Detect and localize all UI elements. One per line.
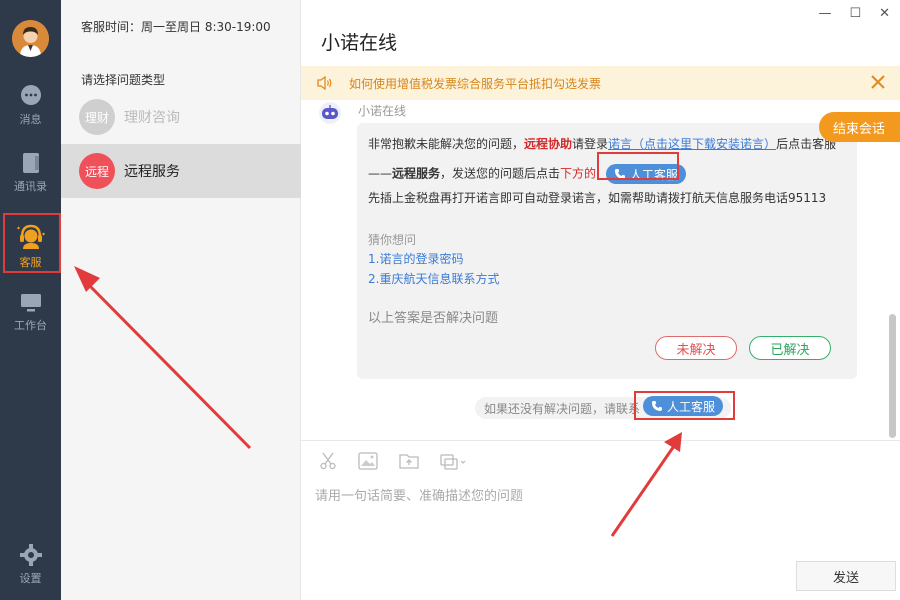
nav-item-settings[interactable]: 设置 — [0, 544, 61, 586]
nav-label: 工作台 — [14, 319, 47, 332]
chat-title: 小诺在线 — [321, 32, 398, 54]
screenshot-icon[interactable] — [440, 452, 466, 470]
app-window: 消息 通讯录 客服 工作台 设置 客服时间：周一至周日 8:30-19:00 请… — [0, 0, 900, 600]
notice-bar[interactable]: 如何使用增值税发票综合服务平台抵扣勾选发票 — [301, 66, 900, 100]
question-type-panel: 客服时间：周一至周日 8:30-19:00 请选择问题类型 理财 理财咨询 远程… — [61, 0, 301, 600]
end-chat-button[interactable]: 结束会话 — [819, 112, 900, 142]
divider — [301, 440, 900, 441]
robot-icon — [322, 105, 338, 119]
message-text: 下方的 — [560, 166, 597, 181]
type-badge: 理财 — [79, 99, 115, 135]
message-text: 请登录 — [572, 137, 609, 151]
remote-service-text: 远程服务 — [392, 166, 441, 181]
message-text: ，发送您的问题后点击 — [440, 166, 561, 181]
question-type-remote[interactable]: 远程 远程服务 — [61, 144, 301, 198]
left-nav: 消息 通讯录 客服 工作台 设置 — [0, 0, 61, 600]
guess-title: 猜你想问 — [368, 233, 417, 247]
workbench-icon — [20, 294, 41, 312]
contacts-icon — [22, 153, 39, 173]
type-label: 理财咨询 — [124, 110, 180, 126]
scissors-icon[interactable] — [319, 452, 337, 470]
window-controls: — ☐ ✕ — [818, 6, 890, 21]
nav-label: 消息 — [19, 113, 42, 126]
nav-item-workbench[interactable]: 工作台 — [0, 293, 61, 333]
nav-label: 设置 — [19, 572, 42, 585]
minimize-icon[interactable]: — — [818, 6, 831, 21]
folder-icon[interactable] — [399, 452, 419, 470]
maximize-icon[interactable]: ☐ — [849, 6, 861, 21]
chat-area: — ☐ ✕ 小诺在线 如何使用增值税发票综合服务平台抵扣勾选发票 小诺在线 非常… — [301, 0, 900, 600]
message-icon — [20, 85, 41, 105]
solved-button[interactable]: 已解决 — [749, 336, 831, 360]
remote-assist-text: 远程协助 — [524, 137, 573, 151]
type-badge: 远程 — [79, 153, 115, 189]
choose-type-heading: 请选择问题类型 — [81, 73, 166, 87]
download-nuoyan-link[interactable]: 诺言（点击这里下载安装诺言） — [608, 137, 776, 151]
type-label: 远程服务 — [124, 164, 180, 180]
unsolved-button[interactable]: 未解决 — [655, 336, 737, 360]
annotation-highlight-bottom — [634, 391, 735, 420]
speaker-icon — [317, 76, 332, 90]
suggested-question-2[interactable]: 2.重庆航天信息联系方式 — [368, 270, 499, 287]
annotation-highlight-inline — [597, 152, 679, 180]
close-icon[interactable]: ✕ — [879, 6, 890, 21]
hint-text: 如果还没有解决问题，请联系 — [484, 401, 641, 416]
annotation-highlight-nav — [3, 213, 61, 273]
image-icon[interactable] — [358, 452, 378, 470]
solved-question: 以上答案是否解决问题 — [368, 311, 499, 326]
nav-item-contacts[interactable]: 通讯录 — [0, 152, 61, 194]
bot-avatar — [319, 102, 341, 124]
bot-name: 小诺在线 — [358, 104, 407, 118]
gear-icon — [19, 544, 42, 566]
message-text: 非常抱歉未能解决您的问题， — [368, 137, 525, 151]
message-text: —— — [368, 166, 392, 181]
message-line-1: 非常抱歉未能解决您的问题，远程协助请登录诺言（点击这里下载安装诺言）后点击客服 — [368, 135, 836, 152]
avatar[interactable] — [12, 20, 49, 57]
nav-item-messages[interactable]: 消息 — [0, 85, 61, 127]
message-line-3: 先插上金税盘再打开诺言即可自动登录诺言，如需帮助请拨打航天信息服务电话95113 — [368, 191, 827, 205]
nav-label: 通讯录 — [14, 180, 47, 193]
suggested-question-1[interactable]: 1.诺言的登录密码 — [368, 250, 463, 267]
notice-text[interactable]: 如何使用增值税发票综合服务平台抵扣勾选发票 — [349, 75, 601, 92]
send-button[interactable]: 发送 — [796, 561, 896, 591]
close-notice-icon[interactable] — [870, 74, 886, 90]
message-input[interactable]: 请用一句话简要、准确描述您的问题 — [315, 485, 523, 504]
service-time: 客服时间：周一至周日 8:30-19:00 — [81, 20, 271, 34]
question-type-finance[interactable]: 理财 理财咨询 — [61, 90, 301, 144]
scrollbar[interactable] — [889, 314, 896, 438]
input-toolbar — [319, 452, 466, 470]
